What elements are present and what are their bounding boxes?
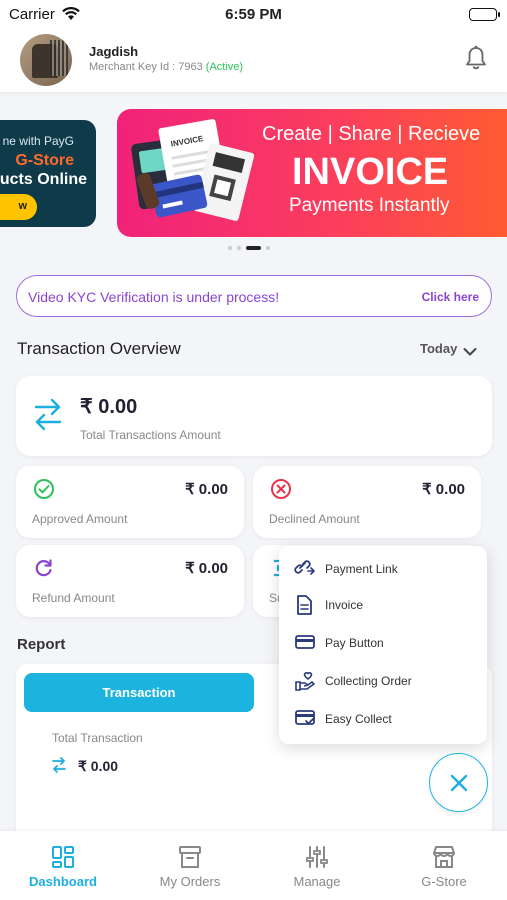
easy-collect-icon: [294, 708, 316, 733]
gstore-banner-button[interactable]: w: [0, 194, 37, 220]
total-transaction-label: Total Transaction: [52, 731, 143, 745]
avatar[interactable]: [20, 34, 72, 86]
merchant-name: Jagdish: [89, 44, 139, 59]
approved-amount-card[interactable]: ₹ 0.00 Approved Amount: [16, 466, 244, 538]
date-filter-dropdown[interactable]: Today: [420, 341, 457, 356]
carousel-dot[interactable]: [237, 246, 241, 250]
kyc-message: Video KYC Verification is under process!: [28, 289, 280, 305]
menu-item-collecting-order[interactable]: Collecting Order: [279, 664, 487, 700]
gstore-banner[interactable]: ne with PayG G-Store ucts Online w: [0, 120, 96, 227]
invoice-banner-line1: Create | Share | Recieve: [262, 123, 481, 145]
report-title: Report: [17, 636, 66, 653]
invoice-banner-title: INVOICE: [292, 151, 449, 193]
invoice-banner[interactable]: INVOICE Create | Share | Recieve INVOICE…: [117, 109, 507, 237]
nav-label: G-Store: [421, 874, 467, 889]
transaction-overview-title: Transaction Overview: [17, 339, 181, 358]
nav-label: Dashboard: [29, 874, 97, 889]
menu-item-easy-collect[interactable]: Easy Collect: [279, 702, 487, 738]
manage-icon: [304, 844, 330, 875]
battery-icon: [469, 8, 500, 21]
declined-amount-card[interactable]: ₹ 0.00 Declined Amount: [253, 466, 481, 538]
declined-amount-label: Declined Amount: [269, 512, 360, 526]
nav-my-orders[interactable]: My Orders: [127, 831, 253, 900]
declined-amount-value: ₹ 0.00: [422, 481, 465, 498]
total-amount-value: ₹ 0.00: [80, 396, 138, 418]
carousel-dot-active[interactable]: [246, 246, 261, 250]
menu-item-label: Pay Button: [325, 636, 384, 650]
close-icon: [450, 774, 468, 792]
merchant-key-id: Merchant Key Id : 7963: [89, 61, 203, 73]
collecting-order-icon: [294, 670, 316, 697]
total-transactions-card[interactable]: ₹ 0.00 Total Transactions Amount: [16, 376, 492, 456]
chevron-down-icon[interactable]: [463, 344, 477, 362]
refund-amount-value: ₹ 0.00: [185, 560, 228, 577]
payment-link-icon: [294, 558, 316, 583]
nav-manage[interactable]: Manage: [254, 831, 380, 900]
app-header: Jagdish Merchant Key Id : 7963 (Active): [0, 30, 507, 92]
store-icon: [431, 844, 457, 875]
merchant-status: (Active): [205, 61, 244, 73]
carousel-dots[interactable]: [228, 246, 270, 250]
gstore-banner-line2: G-Store: [15, 152, 74, 169]
approved-amount-value: ₹ 0.00: [185, 481, 228, 498]
transfer-arrows-icon: [33, 397, 63, 436]
gstore-banner-line1: ne with PayG: [2, 134, 74, 148]
clock: 6:59 PM: [225, 6, 282, 23]
nav-dashboard[interactable]: Dashboard: [0, 831, 126, 900]
invoice-banner-line3: Payments Instantly: [289, 195, 450, 216]
invoice-icon: [294, 594, 314, 621]
merchant-key: Merchant Key Id : 7963 (Active): [89, 61, 243, 73]
total-transaction-value: ₹ 0.00: [78, 758, 119, 774]
menu-item-invoice[interactable]: Invoice: [279, 588, 487, 624]
menu-item-label: Collecting Order: [325, 674, 412, 688]
nav-g-store[interactable]: G-Store: [381, 831, 507, 900]
menu-item-payment-link[interactable]: Payment Link: [279, 552, 487, 588]
invoice-illustration: INVOICE: [131, 119, 255, 221]
tab-transaction[interactable]: Transaction: [24, 673, 254, 712]
quick-actions-menu: Payment Link Invoice Pay Button Collecti…: [279, 546, 487, 744]
total-amount-label: Total Transactions Amount: [80, 428, 221, 442]
status-bar: Carrier 6:59 PM: [0, 0, 507, 30]
bottom-nav: Dashboard My Orders Manage G-Store: [0, 831, 507, 900]
bell-icon[interactable]: [465, 45, 487, 76]
menu-item-pay-button[interactable]: Pay Button: [279, 626, 487, 662]
orders-icon: [177, 844, 203, 875]
nav-label: My Orders: [159, 874, 221, 889]
gstore-banner-line3: ucts Online: [0, 171, 87, 188]
refund-amount-label: Refund Amount: [32, 591, 115, 605]
close-menu-button[interactable]: [429, 753, 488, 812]
menu-item-label: Payment Link: [325, 562, 398, 576]
menu-item-label: Invoice: [325, 598, 364, 612]
nav-label: Manage: [293, 874, 341, 889]
pay-button-icon: [294, 632, 316, 657]
carousel-dot[interactable]: [228, 246, 232, 250]
x-circle-icon: [270, 478, 292, 505]
refund-amount-card[interactable]: ₹ 0.00 Refund Amount: [16, 545, 244, 617]
kyc-click-here-link[interactable]: Click here: [422, 290, 479, 304]
dashboard-icon: [50, 844, 76, 875]
carousel-dot[interactable]: [266, 246, 270, 250]
transfer-arrows-icon: [51, 756, 67, 779]
approved-amount-label: Approved Amount: [32, 512, 128, 526]
menu-item-label: Easy Collect: [325, 712, 392, 726]
refresh-icon: [33, 557, 55, 584]
kyc-notice: Video KYC Verification is under process!…: [16, 275, 492, 317]
check-circle-icon: [33, 478, 55, 505]
